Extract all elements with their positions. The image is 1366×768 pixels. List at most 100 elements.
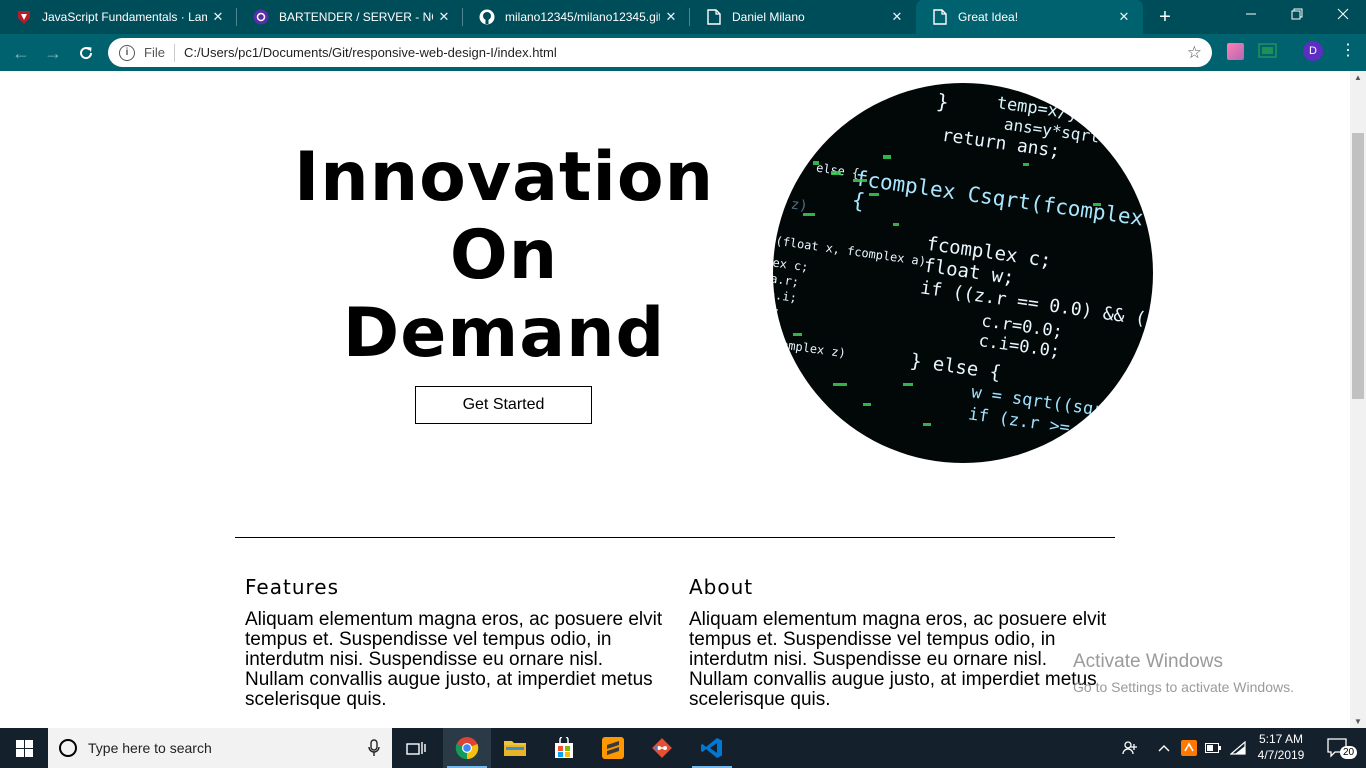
file-explorer-icon[interactable] bbox=[491, 728, 539, 768]
hero-title-line-2: On bbox=[449, 216, 559, 295]
about-body: Aliquam elementum magna eros, ac posuere… bbox=[689, 609, 1107, 710]
minimize-button[interactable] bbox=[1228, 0, 1274, 34]
extension-screen-icon[interactable] bbox=[1258, 43, 1277, 65]
hero-title-line-1: Innovation bbox=[294, 138, 714, 217]
section-divider bbox=[235, 537, 1115, 538]
close-window-button[interactable] bbox=[1320, 0, 1366, 34]
code-line: a.i; bbox=[773, 287, 798, 305]
profile-initial: D bbox=[1303, 41, 1323, 61]
browser-toolbar: ← → i File C:/Users/pc1/Documents/Git/re… bbox=[0, 34, 1366, 71]
tab-title: Great Idea! bbox=[958, 10, 1019, 24]
get-started-button[interactable]: Get Started bbox=[415, 386, 592, 424]
browser-tab-1[interactable]: JavaScript Fundamentals · Lam ✕ bbox=[0, 0, 237, 34]
close-icon bbox=[1337, 8, 1349, 20]
task-view-icon[interactable] bbox=[392, 728, 440, 768]
clock-time: 5:17 AM bbox=[1258, 732, 1304, 746]
store-icon[interactable] bbox=[540, 728, 588, 768]
features-section: Features Aliquam elementum magna eros, a… bbox=[245, 575, 665, 710]
github-icon bbox=[479, 9, 495, 25]
browser-tab-4[interactable]: Daniel Milano ✕ bbox=[690, 0, 916, 34]
clock-date: 4/7/2019 bbox=[1257, 748, 1305, 762]
browser-tab-3[interactable]: milano12345/milano12345.gith ✕ bbox=[463, 0, 690, 34]
tab-title: Daniel Milano bbox=[732, 10, 805, 24]
arrow-right-icon: → bbox=[44, 43, 62, 63]
bookmark-star-icon[interactable]: ☆ bbox=[1187, 43, 1202, 63]
close-tab-icon[interactable]: ✕ bbox=[207, 9, 229, 25]
people-icon[interactable] bbox=[1118, 728, 1142, 768]
chevron-up-icon[interactable] bbox=[1155, 728, 1173, 768]
close-tab-icon[interactable]: ✕ bbox=[660, 9, 682, 25]
taskbar-search[interactable]: Type here to search bbox=[48, 728, 392, 768]
watermark-title: Activate Windows bbox=[1073, 651, 1223, 672]
url-text[interactable]: C:/Users/pc1/Documents/Git/responsive-we… bbox=[184, 45, 1187, 60]
code-line: z) bbox=[790, 196, 809, 214]
browser-tab-2[interactable]: BARTENDER / SERVER - NO EX ✕ bbox=[237, 0, 463, 34]
activate-windows-watermark: Activate Windows Go to Settings to activ… bbox=[1073, 651, 1294, 695]
about-section: About Aliquam elementum magna eros, ac p… bbox=[689, 575, 1109, 710]
menu-kebab-icon[interactable]: ⋮ bbox=[1340, 42, 1356, 60]
restore-icon bbox=[1291, 8, 1303, 20]
code-line: } bbox=[935, 89, 950, 114]
code-snippet-image: temp=x/y; ans=y*sqrt(1.0+temp*temp } ret… bbox=[773, 83, 1153, 463]
windows-logo-icon bbox=[15, 739, 33, 757]
close-tab-icon[interactable]: ✕ bbox=[886, 9, 908, 25]
job-site-icon bbox=[253, 9, 269, 25]
forward-button[interactable]: → bbox=[40, 40, 66, 66]
microphone-icon[interactable] bbox=[368, 739, 380, 762]
restore-button[interactable] bbox=[1274, 0, 1320, 34]
code-line: omplex z) bbox=[780, 337, 846, 360]
browser-tab-5-active[interactable]: Great Idea! ✕ bbox=[916, 0, 1143, 34]
code-line: c; bbox=[773, 303, 781, 319]
about-heading: About bbox=[689, 575, 754, 599]
code-line: a.r; bbox=[773, 271, 800, 289]
new-tab-button[interactable]: + bbox=[1151, 3, 1179, 31]
code-line: { bbox=[850, 188, 866, 214]
sublime-text-icon[interactable] bbox=[589, 728, 637, 768]
arrow-left-icon: ← bbox=[12, 43, 30, 63]
scrollbar-thumb[interactable] bbox=[1352, 133, 1364, 399]
chrome-icon[interactable] bbox=[443, 728, 491, 768]
battery-icon[interactable] bbox=[1204, 728, 1222, 768]
cortana-icon bbox=[59, 739, 77, 757]
search-placeholder: Type here to search bbox=[88, 740, 212, 756]
wifi-icon[interactable] bbox=[1228, 728, 1248, 768]
scroll-up-arrow-icon[interactable]: ▲ bbox=[1350, 73, 1366, 82]
features-body: Aliquam elementum magna eros, ac posuere… bbox=[245, 609, 663, 710]
tab-title: JavaScript Fundamentals · Lam bbox=[42, 10, 207, 24]
hero-title-line-3: Demand bbox=[342, 294, 666, 373]
close-tab-icon[interactable]: ✕ bbox=[1113, 9, 1135, 25]
address-divider bbox=[173, 43, 175, 62]
tab-title: BARTENDER / SERVER - NO EX bbox=[279, 10, 433, 24]
avast-tray-icon[interactable] bbox=[1180, 728, 1198, 768]
windows-taskbar: Type here to search 5:17 AM 4/7/2019 20 bbox=[0, 728, 1366, 768]
reload-icon bbox=[80, 47, 93, 60]
back-button[interactable]: ← bbox=[8, 40, 34, 66]
web-page-content: Innovation On Demand Get Started temp=x/… bbox=[0, 71, 1350, 728]
scheme-label: File bbox=[144, 45, 165, 60]
browser-tab-strip: JavaScript Fundamentals · Lam ✕ BARTENDE… bbox=[0, 0, 1366, 34]
close-tab-icon[interactable]: ✕ bbox=[433, 9, 455, 25]
reload-button[interactable] bbox=[73, 40, 99, 66]
address-bar[interactable]: i File C:/Users/pc1/Documents/Git/respon… bbox=[108, 38, 1212, 67]
minimize-icon bbox=[1246, 13, 1256, 15]
hero-title: Innovation On Demand bbox=[280, 139, 728, 373]
document-icon bbox=[932, 9, 948, 25]
notification-badge: 20 bbox=[1340, 746, 1358, 759]
extension-gradient-icon[interactable] bbox=[1227, 43, 1244, 65]
document-icon bbox=[706, 9, 722, 25]
vscode-icon[interactable] bbox=[688, 728, 736, 768]
system-clock[interactable]: 5:17 AM 4/7/2019 bbox=[1250, 731, 1312, 763]
info-icon[interactable]: i bbox=[119, 44, 135, 61]
vertical-scrollbar[interactable]: ▲ ▼ bbox=[1350, 71, 1366, 728]
watermark-subtitle: Go to Settings to activate Windows. bbox=[1073, 679, 1294, 695]
code-line: } else { bbox=[909, 350, 1003, 385]
features-heading: Features bbox=[245, 575, 339, 599]
start-button[interactable] bbox=[0, 728, 48, 768]
code-line: else { bbox=[815, 161, 860, 181]
tab-title: milano12345/milano12345.gith bbox=[505, 10, 660, 24]
scroll-down-arrow-icon[interactable]: ▼ bbox=[1350, 717, 1366, 726]
notification-center-icon[interactable]: 20 bbox=[1318, 728, 1358, 768]
lambda-school-icon bbox=[16, 9, 32, 25]
git-icon[interactable] bbox=[638, 728, 686, 768]
profile-avatar[interactable]: D bbox=[1303, 41, 1323, 61]
